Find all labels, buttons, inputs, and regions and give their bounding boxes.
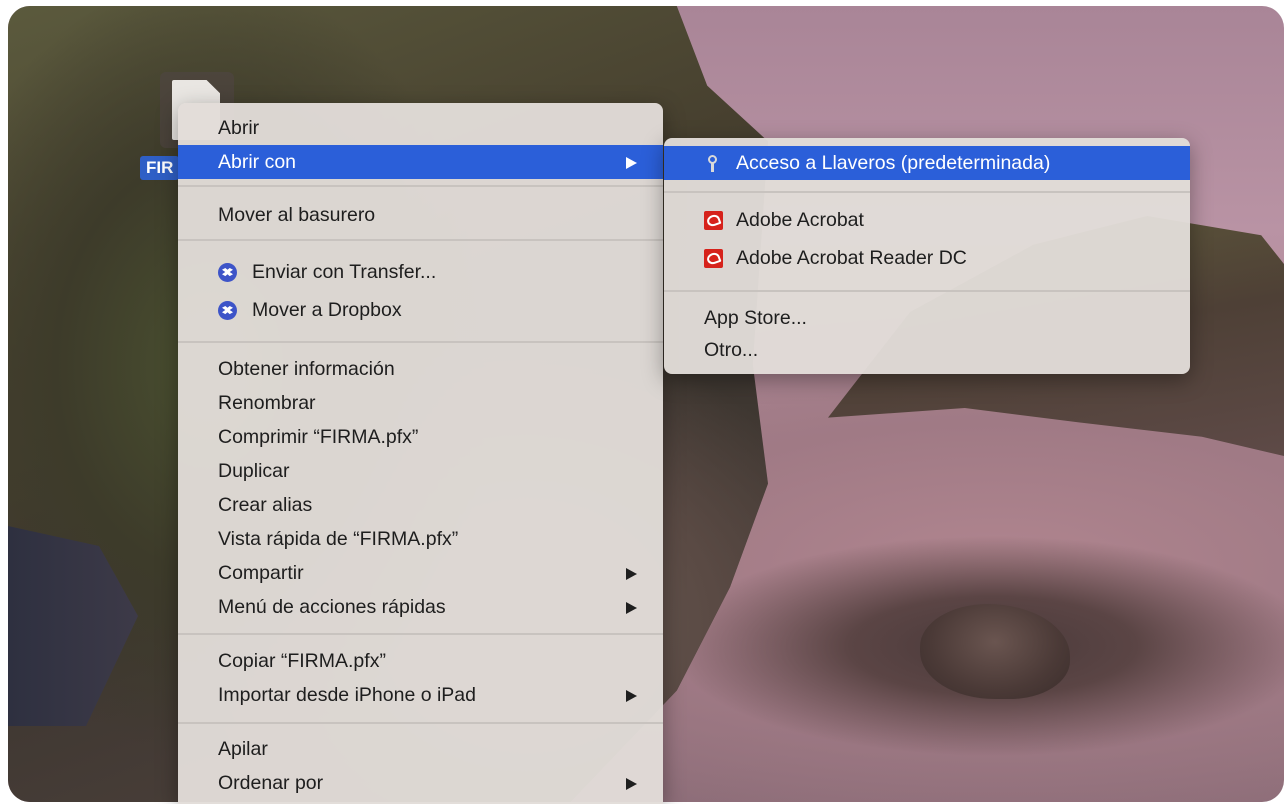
menu-item-label: Crear alias (218, 494, 313, 516)
submenu-arrow-icon (626, 602, 637, 614)
file-name-label[interactable]: FIR (140, 156, 180, 180)
menu-item-label: Abrir (218, 117, 260, 139)
wallpaper-rock (920, 604, 1070, 699)
context-menu: Abrir Abrir con Mover al basurero Enviar… (178, 103, 663, 804)
keychain-access-icon (704, 154, 723, 173)
menu-item-acciones-rapidas[interactable]: Menú de acciones rápidas (178, 590, 663, 624)
menu-item-mover-basurero[interactable]: Mover al basurero (178, 198, 663, 232)
submenu-arrow-icon (626, 690, 637, 702)
menu-separator (178, 239, 663, 241)
menu-separator (178, 341, 663, 343)
submenu-item-label: Otro... (704, 339, 759, 361)
menu-item-label: Menú de acciones rápidas (218, 596, 446, 618)
menu-item-importar-iphone[interactable]: Importar desde iPhone o iPad (178, 678, 663, 712)
menu-item-label: Renombrar (218, 392, 316, 414)
menu-item-label: Comprimir “FIRMA.pfx” (218, 426, 419, 448)
submenu-item-label: App Store... (704, 307, 807, 329)
menu-item-label: Obtener información (218, 358, 395, 380)
submenu-item-label: Adobe Acrobat Reader DC (736, 247, 967, 269)
submenu-item-acrobat-reader[interactable]: Adobe Acrobat Reader DC (664, 241, 1190, 275)
menu-item-label: Duplicar (218, 460, 290, 482)
menu-item-label: Mover a Dropbox (252, 299, 402, 321)
menu-item-label: Copiar “FIRMA.pfx” (218, 650, 386, 672)
menu-item-mover-dropbox[interactable]: Mover a Dropbox (178, 293, 663, 327)
adobe-acrobat-reader-icon (704, 249, 723, 268)
submenu-arrow-icon (626, 568, 637, 580)
menu-item-crear-alias[interactable]: Crear alias (178, 488, 663, 522)
menu-item-enviar-transfer[interactable]: Enviar con Transfer... (178, 255, 663, 289)
submenu-item-label: Acceso a Llaveros (predeterminada) (736, 152, 1051, 174)
adobe-acrobat-icon (704, 211, 723, 230)
menu-item-label: Enviar con Transfer... (252, 261, 437, 283)
menu-separator (664, 290, 1190, 292)
submenu-arrow-icon (626, 157, 637, 169)
menu-item-ordenar-por[interactable]: Ordenar por (178, 766, 663, 800)
open-with-submenu: Acceso a Llaveros (predeterminada) Adobe… (664, 138, 1190, 374)
menu-item-label: Ordenar por (218, 772, 324, 794)
submenu-item-label: Adobe Acrobat (736, 209, 864, 231)
menu-item-copiar[interactable]: Copiar “FIRMA.pfx” (178, 644, 663, 678)
menu-item-abrir[interactable]: Abrir (178, 111, 663, 145)
menu-item-abrir-con[interactable]: Abrir con (178, 145, 663, 179)
menu-item-label: Compartir (218, 562, 304, 584)
menu-separator (178, 633, 663, 635)
menu-item-renombrar[interactable]: Renombrar (178, 386, 663, 420)
menu-separator (178, 722, 663, 724)
submenu-item-keychain[interactable]: Acceso a Llaveros (predeterminada) (664, 146, 1190, 180)
submenu-item-otro[interactable]: Otro... (664, 333, 1190, 367)
menu-item-obtener-informacion[interactable]: Obtener información (178, 352, 663, 386)
submenu-arrow-icon (626, 778, 637, 790)
menu-item-apilar[interactable]: Apilar (178, 732, 663, 766)
dropbox-icon (218, 301, 237, 320)
menu-item-label: Apilar (218, 738, 268, 760)
submenu-item-adobe-acrobat[interactable]: Adobe Acrobat (664, 203, 1190, 237)
submenu-item-app-store[interactable]: App Store... (664, 301, 1190, 335)
menu-item-vista-rapida[interactable]: Vista rápida de “FIRMA.pfx” (178, 522, 663, 556)
menu-item-label: Mover al basurero (218, 204, 376, 226)
menu-separator (664, 191, 1190, 193)
menu-item-label: Vista rápida de “FIRMA.pfx” (218, 528, 459, 550)
menu-item-compartir[interactable]: Compartir (178, 556, 663, 590)
menu-item-comprimir[interactable]: Comprimir “FIRMA.pfx” (178, 420, 663, 454)
menu-separator (178, 185, 663, 187)
menu-item-duplicar[interactable]: Duplicar (178, 454, 663, 488)
dropbox-icon (218, 263, 237, 282)
menu-item-label: Importar desde iPhone o iPad (218, 684, 476, 706)
menu-item-label: Abrir con (218, 151, 297, 173)
